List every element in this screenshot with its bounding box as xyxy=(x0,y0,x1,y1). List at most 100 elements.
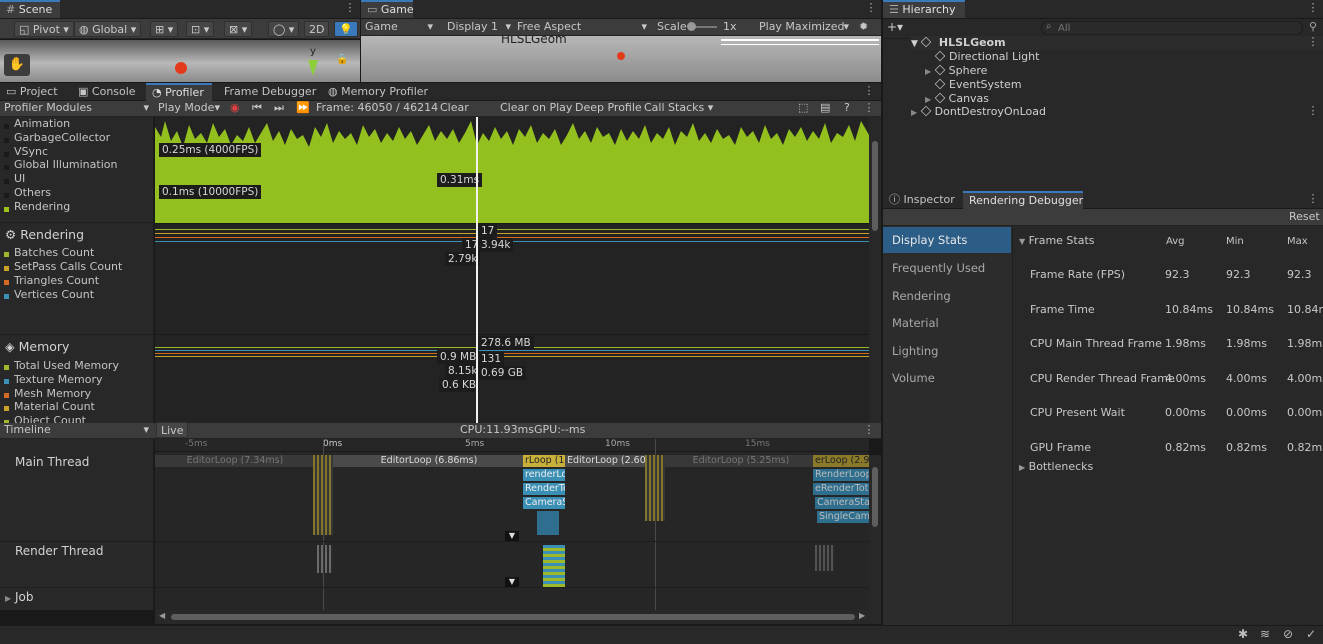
timeline-sample[interactable]: EditorLoop (7.34ms) xyxy=(155,455,313,467)
bottom-panel-menu-icon[interactable]: ⋮ xyxy=(863,83,875,99)
hierarchy-item-hlslgeom[interactable]: ▼ HLSLGeom xyxy=(911,36,1323,50)
module-item[interactable]: GarbageCollector xyxy=(14,131,110,144)
clear-button[interactable]: Clear xyxy=(436,100,473,116)
tab-memory-profiler[interactable]: ◍ Memory Profiler xyxy=(322,83,434,101)
increment-snap-button[interactable]: ⊡ ▾ xyxy=(186,21,215,37)
game-settings-icon[interactable]: ✹ xyxy=(855,19,872,35)
profiler-toolbar-menu-icon[interactable]: ⋮ xyxy=(863,100,875,116)
rendering-item[interactable]: Vertices Count xyxy=(14,288,94,301)
hierarchy-item-eventsystem[interactable]: EventSystem xyxy=(934,78,1022,91)
module-item[interactable]: Rendering xyxy=(14,200,70,213)
live-button[interactable]: Live xyxy=(156,422,189,438)
scene-viewport[interactable]: ✋ y 🔒 xyxy=(0,40,360,82)
timeline-sample[interactable]: RenderTo xyxy=(523,483,565,495)
play-mode-target-dropdown[interactable]: Play Mode ▾ xyxy=(154,100,222,116)
scroll-right-icon[interactable]: ▶ xyxy=(859,611,865,620)
memory-item[interactable]: Material Count xyxy=(14,400,95,413)
global-dropdown[interactable]: ◍ Global ▾ xyxy=(74,21,142,37)
expand-arrow-icon[interactable]: ▶ xyxy=(925,67,931,76)
tab-scene[interactable]: # Scene xyxy=(0,0,60,18)
timeline-sample[interactable]: eRenderTota xyxy=(813,483,869,495)
scroll-left-icon[interactable]: ◀ xyxy=(159,611,165,620)
profiler-modules-dropdown[interactable]: Profiler Modules ▾ xyxy=(0,100,153,116)
hierarchy-item-canvas[interactable]: ▶ Canvas xyxy=(925,92,989,105)
display-dropdown[interactable]: Display 1 ▾ xyxy=(443,19,513,35)
timeline-menu-icon[interactable]: ⋮ xyxy=(863,422,875,438)
profiler-graph-area[interactable]: 0.25ms (4000FPS) 0.1ms (10000FPS) 0.31ms… xyxy=(155,117,869,423)
tab-project[interactable]: ▭ Project xyxy=(0,83,64,101)
nav-display-stats[interactable]: Display Stats xyxy=(892,233,967,247)
tab-hierarchy[interactable]: ☰ Hierarchy xyxy=(883,0,965,18)
inspector-menu-icon[interactable]: ⋮ xyxy=(1307,191,1319,207)
tab-frame-debugger[interactable]: Frame Debugger xyxy=(218,83,322,101)
timeline-hscrollbar[interactable]: ◀ ▶ xyxy=(155,610,881,624)
game-view-dropdown[interactable]: Game ▾ xyxy=(361,19,437,35)
layers-icon[interactable]: ≋ xyxy=(1260,627,1270,641)
nav-frequently-used[interactable]: Frequently Used xyxy=(892,261,985,275)
module-item[interactable]: UI xyxy=(14,172,25,185)
last-frame-button[interactable]: ⏩ xyxy=(292,100,314,116)
timeline-area[interactable]: -5ms 0ms 5ms 10ms 15ms EditorLoop (7.34m… xyxy=(155,439,869,610)
next-frame-button[interactable]: ⏭ xyxy=(270,100,288,116)
tab-inspector[interactable]: ⓘ Inspector xyxy=(883,191,961,209)
module-item[interactable]: VSync xyxy=(14,145,48,158)
module-item[interactable]: Others xyxy=(14,186,51,199)
lock-icon[interactable]: 🔒 xyxy=(336,54,348,65)
memory-module-title[interactable]: ◈ Memory xyxy=(5,339,69,354)
pivot-dropdown[interactable]: ◱ Pivot ▾ xyxy=(14,21,74,37)
timeline-sample[interactable]: SingleCame xyxy=(817,511,869,523)
module-item[interactable]: Animation xyxy=(14,117,70,130)
timeline-sample[interactable]: erLoop (2.92 xyxy=(813,455,869,467)
tab-profiler[interactable]: ◔ Profiler xyxy=(146,83,212,101)
rendering-item[interactable]: Triangles Count xyxy=(14,274,99,287)
aspect-dropdown[interactable]: Free Aspect ▾ xyxy=(513,19,651,35)
nav-material[interactable]: Material xyxy=(892,316,939,330)
game-menu-icon[interactable]: ⋮ xyxy=(865,0,877,16)
rendering-module-title[interactable]: ⚙ Rendering xyxy=(5,227,84,242)
filter-icon[interactable]: ⚲ xyxy=(1309,20,1317,33)
tab-console[interactable]: ▣ Console xyxy=(72,83,142,101)
bug-icon[interactable]: ✱ xyxy=(1238,627,1248,641)
hand-tool-icon[interactable]: ✋ xyxy=(4,54,30,76)
prev-frame-button[interactable]: ⏮ xyxy=(248,100,266,116)
frame-selection-line[interactable] xyxy=(476,117,478,423)
hierarchy-menu-icon[interactable]: ⋮ xyxy=(1307,0,1319,16)
flow-arrow-icon[interactable]: ▼ xyxy=(505,531,519,541)
hierarchy-search-input[interactable] xyxy=(1041,21,1303,35)
timeline-sample[interactable]: CameraStac xyxy=(815,497,869,509)
timeline-view-dropdown[interactable]: Timeline ▾ xyxy=(0,422,153,438)
expand-arrow-icon[interactable]: ▶ xyxy=(925,95,931,104)
hierarchy-item-sphere[interactable]: ▶ Sphere xyxy=(925,64,987,77)
timeline-sample[interactable]: CameraSta xyxy=(523,497,565,509)
hierarchy-item-directional-light[interactable]: Directional Light xyxy=(934,50,1039,63)
thread-render[interactable]: Render Thread xyxy=(15,544,104,558)
record-button[interactable]: ◉ xyxy=(226,100,244,116)
nav-rendering[interactable]: Rendering xyxy=(892,289,951,303)
bottlenecks-foldout[interactable]: ▶ Bottlenecks xyxy=(1019,460,1093,473)
create-button[interactable]: +▾ xyxy=(887,20,903,34)
timeline-sample[interactable]: EditorLoop (6.86ms) xyxy=(333,455,523,467)
graph-scrollbar[interactable] xyxy=(869,117,881,423)
timeline-vscrollbar[interactable] xyxy=(869,455,881,610)
rendering-item[interactable]: Batches Count xyxy=(14,246,94,259)
deep-profile-button[interactable]: Deep Profile xyxy=(571,100,646,116)
help-icon[interactable]: ? xyxy=(840,100,854,116)
memory-item[interactable]: Mesh Memory xyxy=(14,387,91,400)
rendering-item[interactable]: SetPass Calls Count xyxy=(14,260,122,273)
snap-settings-button[interactable]: ⊠ ▾ xyxy=(224,21,253,37)
call-stacks-dropdown[interactable]: Call Stacks ▾ xyxy=(640,100,717,116)
grid-snap-button[interactable]: ⊞ ▾ xyxy=(150,21,179,37)
scale-slider[interactable] xyxy=(687,22,717,31)
performance-icon[interactable]: ⊘ xyxy=(1283,627,1293,641)
memory-item[interactable]: Texture Memory xyxy=(14,373,103,386)
scene-gizmo[interactable]: y xyxy=(300,46,330,80)
memory-item[interactable]: Total Used Memory xyxy=(14,359,119,372)
module-item[interactable]: Global Illumination xyxy=(14,158,117,171)
nav-volume[interactable]: Volume xyxy=(892,371,935,385)
thread-job[interactable]: ▶ Job xyxy=(5,590,33,604)
timeline-sample[interactable]: RenderLoop xyxy=(813,469,869,481)
save-icon[interactable]: ▤ xyxy=(816,100,834,116)
hlslgeom-menu-icon[interactable]: ⋮ xyxy=(1307,34,1319,50)
timeline-sample[interactable]: EditorLoop (2.60ms xyxy=(565,455,645,467)
tab-game[interactable]: ▭ Game xyxy=(361,0,414,18)
